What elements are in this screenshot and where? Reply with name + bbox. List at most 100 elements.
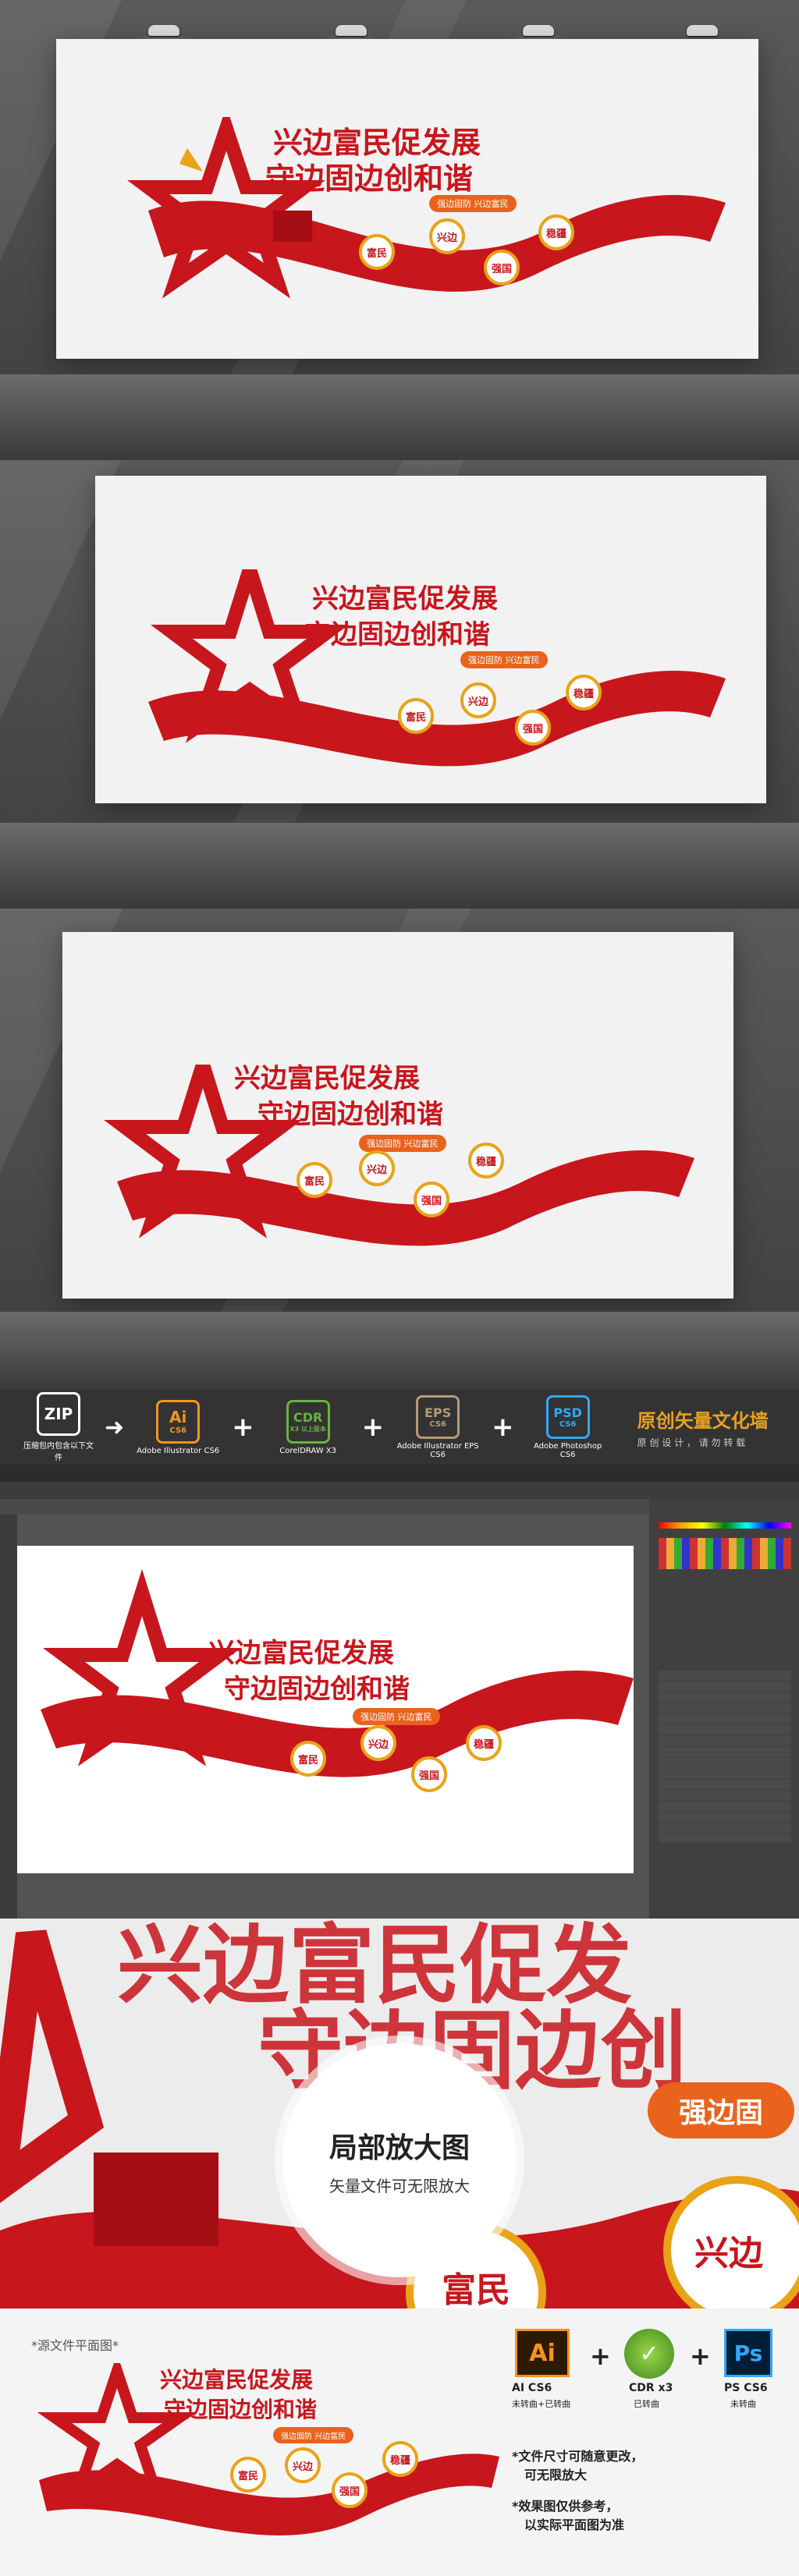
- badge-wenjiang: 稳疆: [538, 214, 574, 250]
- spotlight-icon: [523, 25, 554, 36]
- psd-format: PSD CS6 Adobe Photoshop CS6: [525, 1395, 611, 1459]
- badge-wenjiang: 稳疆: [382, 2441, 418, 2477]
- tagline-pill: 强边固防 兴边富民: [429, 195, 517, 212]
- ai-label: Ai: [169, 1408, 187, 1426]
- source-flat-section: *源文件平面图* 兴边富民促发展 守边固边创和谐 强边固防 兴边富民 富民 兴边…: [0, 2308, 799, 2576]
- badge-fumin: 富民: [359, 234, 395, 270]
- flat-design: 兴边富民促发展 守边固边创和谐 强边固防 兴边富民 富民 兴边 强国 稳疆: [31, 2363, 499, 2550]
- format-bar: ZIP 压缩包内包含以下文件 ➜ Ai CS6 Adobe Illustrator…: [0, 1390, 799, 1465]
- ps-caption: PS CS6: [724, 2382, 768, 2394]
- zoom-title: 局部放大图: [328, 2131, 470, 2164]
- tagline-pill: 强边固防 兴边富民: [460, 651, 548, 668]
- badge-fumin: 富民: [290, 1741, 326, 1777]
- badge-fumin: 富民: [230, 2457, 266, 2493]
- badge-xingbian: 兴边: [360, 1725, 396, 1761]
- badge-wenjiang: 稳疆: [466, 1725, 502, 1761]
- design-title-line1: 兴边富民促发展: [160, 2367, 314, 2393]
- brand-block: 原创矢量文化墙 原 创 设 计 ， 请 勿 转 载: [637, 1405, 769, 1449]
- ai-caption-2: 未转曲+已转曲: [512, 2399, 571, 2409]
- editor-panels: [649, 1499, 799, 1919]
- note-2a: *效果图仅供参考，: [512, 2499, 619, 2514]
- eps-format: EPS CS6 Adobe Illustrator EPS CS6: [395, 1395, 481, 1459]
- tagline-pill: 强边固防 兴边富民: [353, 1708, 440, 1725]
- design-title-line2: 守边固边创和谐: [265, 161, 474, 196]
- mockup-scene-2: 兴边富民促发展 守边固边创和谐 强边固防 兴边富民 富民 兴边 强国 稳疆: [0, 460, 799, 909]
- badge-xingbian: 兴边: [359, 1150, 395, 1186]
- mockup-scene-1: 兴边富民促发展 守边固边创和谐 强边固防 兴边富民 富民 兴边 强国 稳疆: [0, 0, 799, 460]
- artboard: 兴边富民促发展 守边固边创和谐 强边固防 兴边富民 富民 兴边 强国 稳疆: [17, 1546, 634, 1873]
- badge-xingbian: 兴边: [285, 2447, 321, 2483]
- zip-format: ZIP 压缩包内包含以下文件: [23, 1392, 94, 1462]
- eps-app: Adobe Illustrator EPS CS6: [396, 1442, 479, 1459]
- zoom-magnifier: 局部放大图 矢量文件可无限放大: [282, 2043, 517, 2277]
- badge-qiangguo: 强国: [484, 250, 520, 285]
- plus-icon: +: [590, 2341, 611, 2371]
- tagline-pill: 强边固防 兴边富民: [273, 2427, 354, 2443]
- badge-qiangguo: 强国: [414, 1182, 449, 1217]
- design-title-line1: 兴边富民促发展: [234, 1063, 420, 1094]
- design-title-line2: 守边固边创和谐: [224, 1674, 410, 1705]
- badge-wenjiang: 稳疆: [566, 675, 602, 710]
- zip-label: ZIP: [44, 1405, 73, 1423]
- wall-design: 兴边富民促发展 守边固边创和谐 强边固防 兴边富民 富民 兴边 强国 稳疆: [117, 117, 726, 320]
- cdr-file-icon: ✓: [624, 2329, 674, 2379]
- ai-file-icon: Ai: [515, 2329, 570, 2377]
- eps-version: CS6: [429, 1420, 446, 1429]
- badge-qiangguo: 强国: [332, 2472, 368, 2508]
- badge-wenjiang: 稳疆: [468, 1143, 504, 1178]
- ai-format: Ai CS6 Adobe Illustrator CS6: [135, 1399, 221, 1455]
- badge-fumin: 富民: [398, 698, 434, 734]
- zip-note: 压缩包内包含以下文件: [23, 1442, 94, 1462]
- psd-label: PSD: [553, 1405, 582, 1420]
- note-1a: *文件尺寸可随意更改，: [512, 2449, 644, 2464]
- spotlight-icon: [687, 25, 718, 36]
- plus-icon: +: [232, 1412, 254, 1443]
- wall-design: 兴边富民促发展 守边固边创和谐 强边固防 兴边富民 富民 兴边 强国 稳疆: [101, 1063, 694, 1267]
- tagline-pill: 强边固防 兴边富民: [359, 1135, 446, 1152]
- badge-qiangguo: 强国: [515, 710, 551, 746]
- psd-version: CS6: [559, 1420, 577, 1429]
- ai-version: CS6: [169, 1426, 186, 1435]
- ai-app: Adobe Illustrator CS6: [137, 1446, 220, 1455]
- badge-fumin: 富民: [297, 1162, 332, 1198]
- illustrator-editor-view: 兴边富民促发展 守边固边创和谐 强边固防 兴边富民 富民 兴边 强国 稳疆: [0, 1482, 799, 1919]
- badge-xingbian: 兴边: [429, 218, 465, 254]
- zoom-subtitle: 矢量文件可无限放大: [329, 2176, 470, 2195]
- cdr-format: CDR X3 以上版本 CorelDRAW X3: [265, 1399, 351, 1455]
- note-1b: 可无限放大: [524, 2468, 588, 2482]
- badge-qiangguo: 强国: [411, 1756, 447, 1792]
- cdr-label: CDR: [293, 1409, 323, 1425]
- wall-design: 兴边富民促发展 守边固边创和谐 强边固防 兴边富民 富民 兴边 强国 稳疆: [133, 569, 726, 772]
- spotlight-icon: [148, 25, 179, 36]
- cdr-caption-2: 已转曲: [634, 2399, 659, 2409]
- source-label: *源文件平面图*: [31, 2338, 119, 2353]
- ai-caption: AI CS6: [512, 2382, 552, 2394]
- design-title-line2: 守边固边创和谐: [164, 2397, 318, 2422]
- mockup-scene-3: 兴边富民促发展 守边固边创和谐 强边固防 兴边富民 富民 兴边 强国 稳疆: [0, 909, 799, 1390]
- plus-icon: +: [492, 1412, 514, 1443]
- zoom-bg-pill: 强边固: [648, 2082, 795, 2138]
- note-2b: 以实际平面图为准: [524, 2518, 625, 2532]
- design-title-line2: 守边固边创和谐: [304, 619, 490, 650]
- zoom-detail: 兴边富民促发 守边固边创 强边固 富民 兴边 局部放大图 矢量文件可无限放大: [0, 1919, 799, 2308]
- cdr-caption: CDR x3: [629, 2382, 673, 2394]
- ps-caption-2: 未转曲: [730, 2399, 756, 2409]
- brand-title: 原创矢量文化墙: [637, 1410, 769, 1432]
- ps-file-icon: Ps: [724, 2329, 772, 2377]
- psd-app: Adobe Photoshop CS6: [533, 1442, 602, 1459]
- star-ribbon-graphic: [41, 1568, 634, 1777]
- editor-menubar: [0, 1482, 799, 1499]
- layers-panel: [659, 1671, 791, 1842]
- cdr-app: CorelDRAW X3: [279, 1446, 337, 1455]
- design-title-line2: 守边固边创和谐: [257, 1099, 443, 1130]
- plus-icon: +: [361, 1412, 385, 1443]
- eps-label: EPS: [424, 1405, 452, 1420]
- cdr-sub: X3 以上版本: [289, 1425, 326, 1433]
- plus-icon: +: [690, 2341, 711, 2371]
- editor-toolbox: [0, 1515, 17, 1919]
- design-title-line1: 兴边富民促发展: [208, 1638, 394, 1669]
- brand-sub: 原 创 设 计 ， 请 勿 转 载: [637, 1437, 746, 1448]
- badge-xingbian: 兴边: [460, 682, 496, 718]
- arrow-icon: ➜: [105, 1413, 125, 1441]
- spotlight-icon: [336, 25, 367, 36]
